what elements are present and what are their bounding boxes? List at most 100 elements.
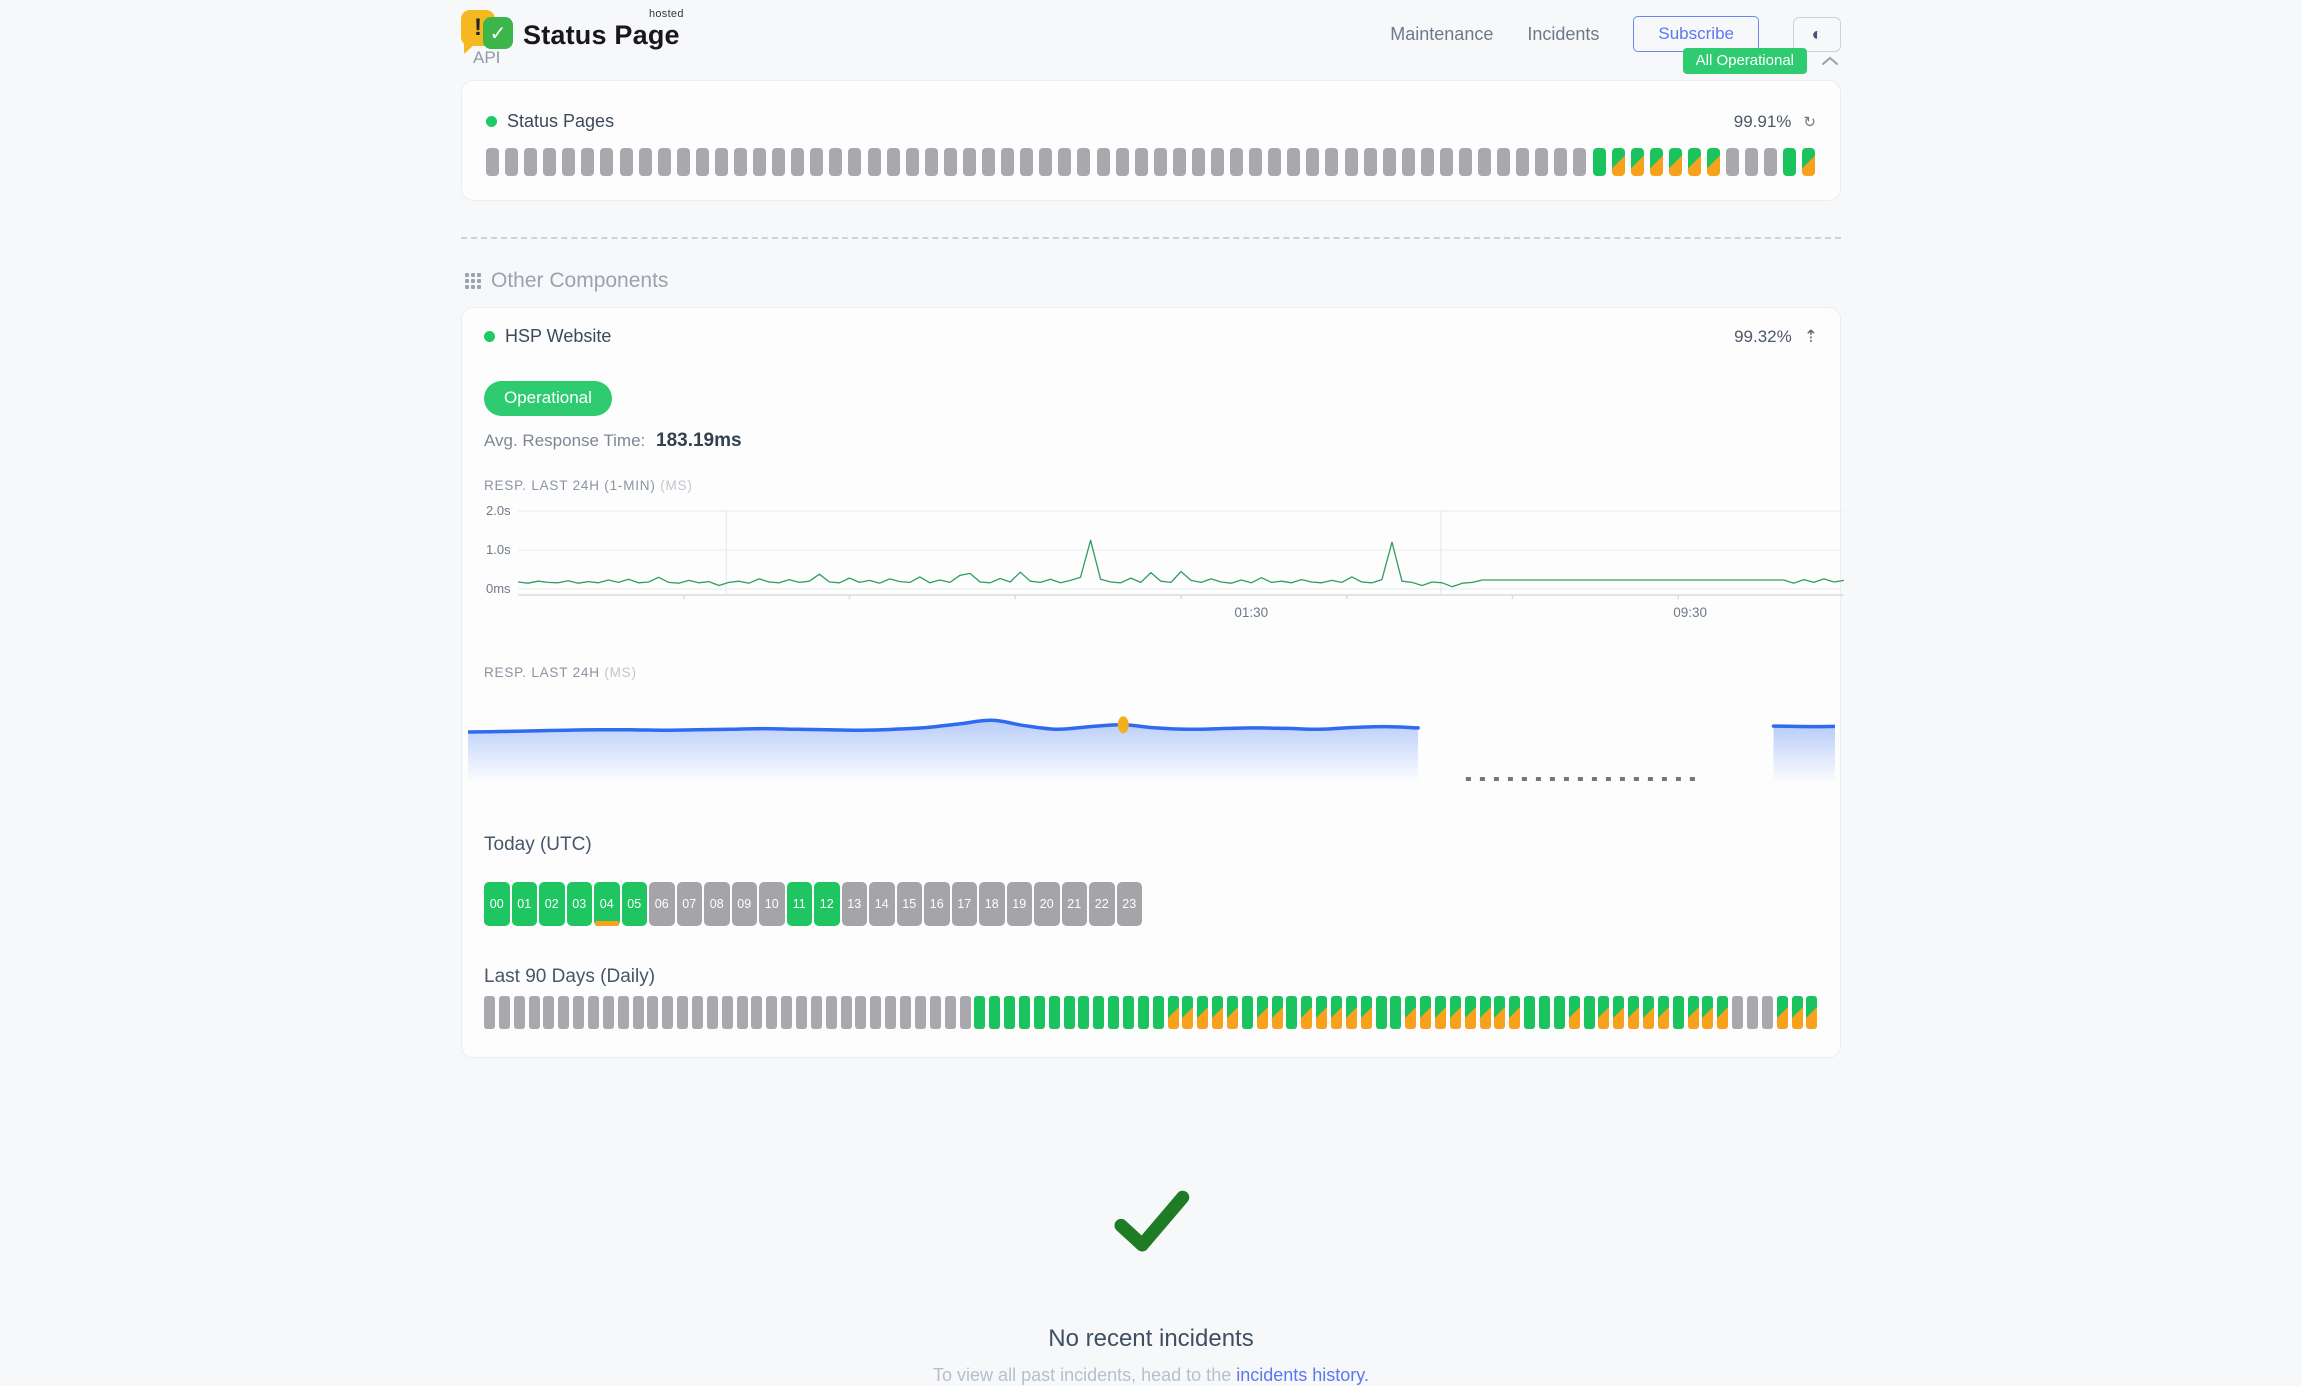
x-axis-label: 01:30 — [1234, 605, 1268, 620]
uptime-bar — [1650, 148, 1663, 176]
hour-cell: 15 — [897, 882, 923, 926]
uptime-bar — [1227, 996, 1238, 1029]
degraded-underline — [595, 921, 619, 926]
uptime-bar — [1390, 996, 1401, 1029]
uptime-bar — [1420, 996, 1431, 1029]
status-dot — [486, 116, 497, 127]
subscribe-button[interactable]: Subscribe — [1633, 16, 1759, 52]
hour-cell: 06 — [649, 882, 675, 926]
uptime-bar — [1480, 996, 1491, 1029]
uptime-bar — [855, 996, 866, 1029]
chevron-up-icon[interactable] — [1821, 56, 1839, 66]
big-checkmark-icon — [1107, 1186, 1195, 1258]
uptime-bar — [715, 148, 728, 176]
avg-response-label: Avg. Response Time: — [484, 431, 645, 450]
uptime-bar — [1459, 148, 1472, 176]
hour-cell: 03 — [567, 882, 593, 926]
uptime-bar — [1286, 996, 1297, 1029]
no-incidents-subtitle: To view all past incidents, head to the … — [461, 1365, 1841, 1386]
uptime-bar — [766, 996, 777, 1029]
uptime-bar — [1584, 996, 1595, 1029]
hour-cell: 10 — [759, 882, 785, 926]
theme-toggle-button[interactable]: ◐ — [1793, 17, 1841, 52]
uptime-bar — [1123, 996, 1134, 1029]
dashed-divider — [461, 237, 1841, 239]
uptime-bar — [1097, 148, 1110, 176]
uptime-bar — [505, 148, 518, 176]
uptime-bar — [887, 148, 900, 176]
uptime-bar — [1257, 996, 1268, 1029]
uptime-bar — [1612, 148, 1625, 176]
uptime-bar — [1004, 996, 1015, 1029]
overall-status-badge[interactable]: All Operational — [1683, 48, 1807, 74]
uptime-bar — [1593, 148, 1606, 176]
uptime-bar — [696, 148, 709, 176]
hour-cell: 08 — [704, 882, 730, 926]
data-point-marker — [1118, 716, 1129, 733]
hour-cell: 00 — [484, 882, 510, 926]
nav-maintenance[interactable]: Maintenance — [1390, 24, 1493, 45]
hour-cell: 07 — [677, 882, 703, 926]
uptime-bar — [1345, 148, 1358, 176]
chart2-label: RESP. LAST 24H (MS) — [484, 665, 1818, 680]
recent-incidents-section: No recent incidents To view all past inc… — [461, 1186, 1841, 1386]
uptime-bar — [1497, 148, 1510, 176]
uptime-bar — [543, 996, 554, 1029]
uptime-bar — [1669, 148, 1682, 176]
response-time-area-chart — [468, 686, 1833, 786]
uptime-bar — [1726, 148, 1739, 176]
uptime-bar — [1230, 148, 1243, 176]
component-name: Status Pages — [507, 111, 614, 132]
uptime-bar — [963, 148, 976, 176]
uptime-percent: 99.91% — [1734, 112, 1792, 132]
uptime-bar — [945, 996, 956, 1029]
uptime-bar — [751, 996, 762, 1029]
uptime-bar — [1573, 148, 1586, 176]
operational-badge: Operational — [484, 381, 612, 416]
status-line: API All Operational — [461, 48, 1841, 74]
uptime-bar — [1688, 996, 1699, 1029]
uptime-bar — [796, 996, 807, 1029]
uptime-bar — [1249, 148, 1262, 176]
uptime-bar — [1707, 148, 1720, 176]
hour-cell: 21 — [1062, 882, 1088, 926]
uptime-bar — [662, 996, 673, 1029]
uptime-bar — [692, 996, 703, 1029]
uptime-bar — [1745, 148, 1758, 176]
uptime-bar — [1093, 996, 1104, 1029]
uptime-bar — [1658, 996, 1669, 1029]
uptime-bar — [1764, 148, 1777, 176]
incidents-history-link[interactable]: incidents history. — [1236, 1365, 1369, 1385]
refresh-icon[interactable]: ↻ — [1803, 113, 1816, 131]
app-title: Status Page hosted — [523, 20, 680, 51]
uptime-bar — [826, 996, 837, 1029]
uptime-bar — [1058, 148, 1071, 176]
uptime-bar — [1135, 148, 1148, 176]
uptime-bar — [1643, 996, 1654, 1029]
uptime-bar — [1405, 996, 1416, 1029]
y-axis-label: 2.0s — [486, 503, 516, 519]
uptime-bar — [960, 996, 971, 1029]
dashed-up-arrow-icon[interactable]: ⇡ — [1804, 327, 1818, 347]
uptime-bar — [930, 996, 941, 1029]
chart1-label: RESP. LAST 24H (1-MIN) (MS) — [484, 478, 1818, 493]
uptime-bar — [1792, 996, 1803, 1029]
uptime-bar — [1034, 996, 1045, 1029]
hour-cell: 04 — [594, 882, 620, 926]
component-row: Status Pages 99.91% ↻ — [486, 111, 1816, 132]
uptime-bar — [722, 996, 733, 1029]
uptime-bar — [647, 996, 658, 1029]
response-time-line-chart: 2.0s1.0s0ms01:3009:30 — [484, 503, 1818, 625]
hosted-superscript: hosted — [649, 8, 684, 20]
uptime-bar — [1019, 996, 1030, 1029]
header: ! ✓ Status Page hosted Maintenance Incid… — [461, 0, 1841, 54]
main-nav: Maintenance Incidents Subscribe ◐ — [1390, 16, 1841, 52]
uptime-bar — [1402, 148, 1415, 176]
uptime-bar — [543, 148, 556, 176]
uptime-bar — [1440, 148, 1453, 176]
uptime-percent: 99.32% — [1734, 327, 1792, 347]
nav-incidents[interactable]: Incidents — [1527, 24, 1599, 45]
uptime-bar — [1421, 148, 1434, 176]
uptime-bar — [677, 996, 688, 1029]
uptime-bar — [1316, 996, 1327, 1029]
